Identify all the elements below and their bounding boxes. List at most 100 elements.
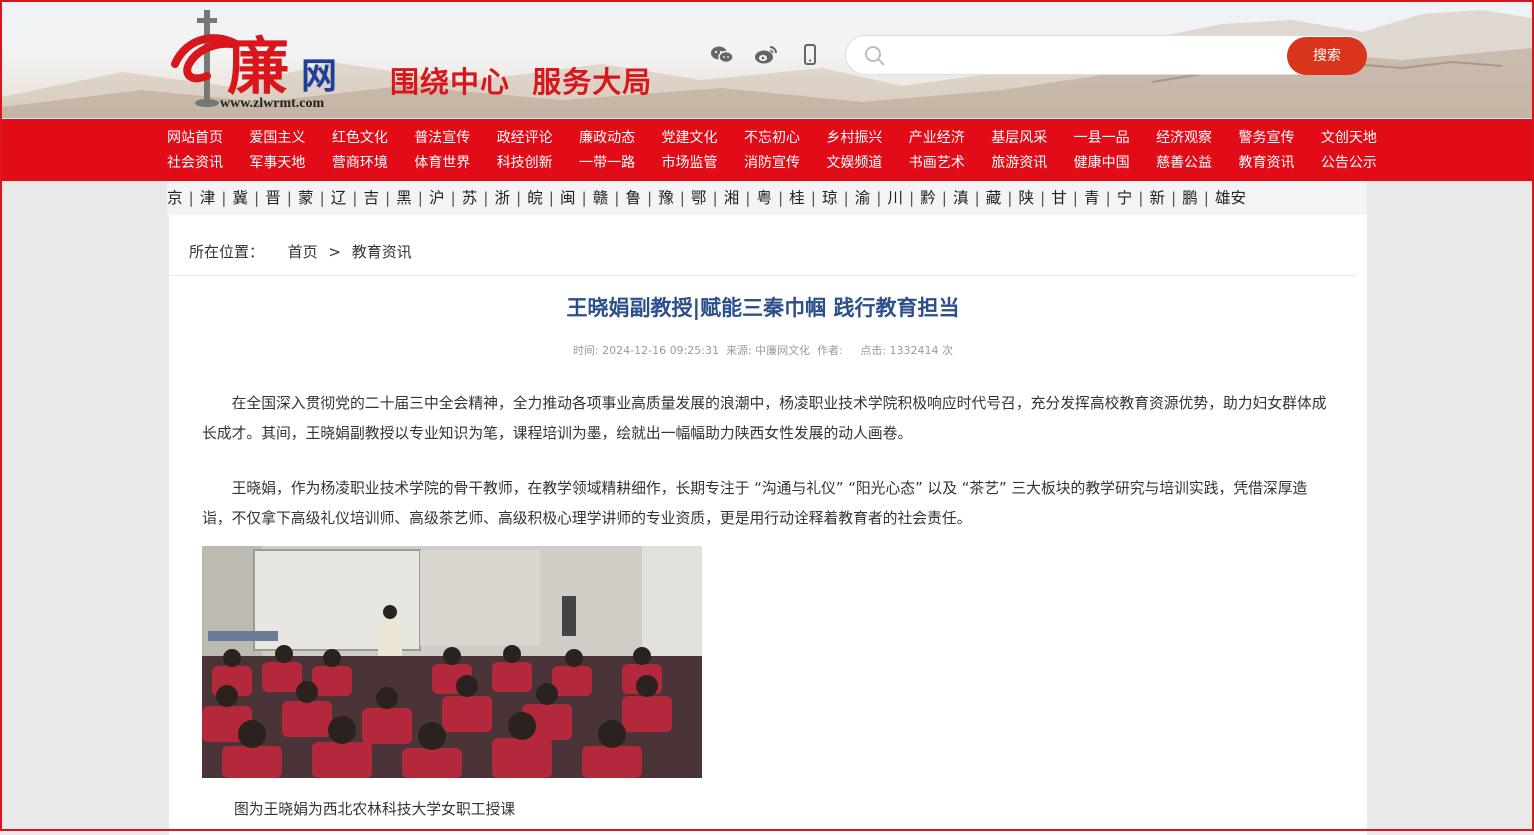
nav-item[interactable]: 文娱频道 bbox=[826, 154, 882, 172]
region-separator: | bbox=[221, 189, 227, 207]
nav-item[interactable]: 体育世界 bbox=[414, 154, 470, 172]
nav-item[interactable]: 警务宣传 bbox=[1238, 129, 1294, 147]
region-link[interactable]: 吉 bbox=[364, 189, 380, 207]
region-link[interactable]: 沪 bbox=[429, 189, 445, 207]
region-separator: | bbox=[1040, 189, 1046, 207]
mobile-icon[interactable] bbox=[797, 42, 823, 68]
region-link[interactable]: 陕 bbox=[1019, 189, 1035, 207]
region-link[interactable]: 新 bbox=[1150, 189, 1166, 207]
region-separator: | bbox=[450, 189, 456, 207]
region-link[interactable]: 鄂 bbox=[691, 189, 707, 207]
region-link[interactable]: 豫 bbox=[658, 189, 674, 207]
region-link[interactable]: 蒙 bbox=[298, 189, 314, 207]
nav-item[interactable]: 公告公示 bbox=[1321, 154, 1377, 172]
region-separator: | bbox=[483, 189, 489, 207]
nav-item[interactable]: 慈善公益 bbox=[1156, 154, 1212, 172]
nav-item[interactable]: 旅游资讯 bbox=[991, 154, 1047, 172]
article-photo bbox=[202, 546, 702, 778]
nav-item[interactable]: 不忘初心 bbox=[744, 129, 800, 147]
weibo-icon[interactable] bbox=[753, 42, 779, 68]
region-separator: | bbox=[548, 189, 554, 207]
nav-item[interactable]: 廉政动态 bbox=[579, 129, 635, 147]
nav-item[interactable]: 一带一路 bbox=[579, 154, 635, 172]
article-container: 所在位置： 首页 > 教育资讯 王晓娟副教授|赋能三秦巾帼 践行教育担当 时间:… bbox=[169, 215, 1367, 835]
nav-item[interactable]: 红色文化 bbox=[332, 129, 388, 147]
region-link[interactable]: 闽 bbox=[560, 189, 576, 207]
nav-item[interactable]: 消防宣传 bbox=[744, 154, 800, 172]
nav-item[interactable]: 政经评论 bbox=[497, 129, 553, 147]
region-link[interactable]: 甘 bbox=[1051, 189, 1067, 207]
region-separator: | bbox=[712, 189, 718, 207]
region-link[interactable]: 藏 bbox=[986, 189, 1002, 207]
region-link[interactable]: 滇 bbox=[953, 189, 969, 207]
nav-item[interactable]: 市场监管 bbox=[662, 154, 718, 172]
wechat-icon[interactable] bbox=[709, 42, 735, 68]
region-separator: | bbox=[352, 189, 358, 207]
region-separator: | bbox=[679, 189, 685, 207]
nav-item[interactable]: 一县一品 bbox=[1074, 129, 1130, 147]
region-link[interactable]: 苏 bbox=[462, 189, 478, 207]
region-list: 京 | 津 | 冀 | 晋 | 蒙 | 辽 | 吉 | 黑 | 沪 | 苏 | 浙 | 皖 | 闽 | 赣 | 鲁 | 豫 | 鄂 | 湘 | 粤 | 桂 |… bbox=[167, 189, 1246, 207]
region-link[interactable]: 粤 bbox=[757, 189, 773, 207]
region-link[interactable]: 琼 bbox=[822, 189, 838, 207]
region-link[interactable]: 宁 bbox=[1117, 189, 1133, 207]
region-link[interactable]: 雄安 bbox=[1215, 189, 1246, 207]
region-link[interactable]: 辽 bbox=[331, 189, 347, 207]
breadcrumb-label: 所在位置： bbox=[189, 243, 265, 261]
region-separator: | bbox=[974, 189, 980, 207]
nav-item[interactable]: 乡村振兴 bbox=[826, 129, 882, 147]
region-link[interactable]: 川 bbox=[888, 189, 904, 207]
nav-item[interactable]: 科技创新 bbox=[497, 154, 553, 172]
region-separator: | bbox=[1072, 189, 1078, 207]
nav-item[interactable]: 健康中国 bbox=[1074, 154, 1130, 172]
region-link[interactable]: 湘 bbox=[724, 189, 740, 207]
region-separator: | bbox=[286, 189, 292, 207]
region-link[interactable]: 黔 bbox=[920, 189, 936, 207]
region-link[interactable]: 黑 bbox=[396, 189, 412, 207]
nav-item[interactable]: 教育资讯 bbox=[1238, 154, 1294, 172]
nav-item[interactable]: 产业经济 bbox=[909, 129, 965, 147]
nav-item[interactable]: 营商环境 bbox=[332, 154, 388, 172]
region-link[interactable]: 鲁 bbox=[626, 189, 642, 207]
region-link[interactable]: 青 bbox=[1084, 189, 1100, 207]
region-separator: | bbox=[1138, 189, 1144, 207]
region-link[interactable]: 晋 bbox=[265, 189, 281, 207]
nav-item[interactable]: 经济观察 bbox=[1156, 129, 1212, 147]
region-separator: | bbox=[385, 189, 391, 207]
region-separator: | bbox=[941, 189, 947, 207]
region-link[interactable]: 浙 bbox=[495, 189, 511, 207]
breadcrumb-home-link[interactable]: 首页 bbox=[288, 243, 318, 261]
region-separator: | bbox=[810, 189, 816, 207]
region-link[interactable]: 津 bbox=[200, 189, 216, 207]
region-link[interactable]: 皖 bbox=[527, 189, 543, 207]
nav-item[interactable]: 文创天地 bbox=[1321, 129, 1377, 147]
nav-item[interactable]: 社会资讯 bbox=[167, 154, 223, 172]
nav-item[interactable]: 党建文化 bbox=[662, 129, 718, 147]
region-link[interactable]: 冀 bbox=[233, 189, 249, 207]
breadcrumb-current-link[interactable]: 教育资讯 bbox=[352, 243, 412, 261]
nav-item[interactable]: 爱国主义 bbox=[249, 129, 305, 147]
region-separator: | bbox=[319, 189, 325, 207]
article-meta: 时间: 2024-12-16 09:25:31 来源: 中廉网文化 作者: 点击… bbox=[572, 344, 954, 357]
search-input[interactable] bbox=[894, 42, 1278, 70]
region-separator: | bbox=[1171, 189, 1177, 207]
nav-item[interactable]: 基层风采 bbox=[991, 129, 1047, 147]
search-button[interactable]: 搜索 bbox=[1287, 37, 1367, 75]
region-separator: | bbox=[1105, 189, 1111, 207]
region-link[interactable]: 赣 bbox=[593, 189, 609, 207]
region-link[interactable]: 京 bbox=[167, 189, 183, 207]
nav-item[interactable]: 军事天地 bbox=[249, 154, 305, 172]
nav-item[interactable]: 书画艺术 bbox=[909, 154, 965, 172]
region-separator: | bbox=[614, 189, 620, 207]
region-link[interactable]: 渝 bbox=[855, 189, 871, 207]
region-separator: | bbox=[745, 189, 751, 207]
nav-item[interactable]: 网站首页 bbox=[167, 129, 223, 147]
region-separator: | bbox=[909, 189, 915, 207]
region-link[interactable]: 鹏 bbox=[1182, 189, 1198, 207]
nav-row-1: 网站首页 爱国主义 红色文化 普法宣传 政经评论 廉政动态 党建文化 不忘初心 … bbox=[167, 129, 1377, 147]
region-separator: | bbox=[843, 189, 849, 207]
region-separator: | bbox=[778, 189, 784, 207]
nav-item[interactable]: 普法宣传 bbox=[414, 129, 470, 147]
region-separator: | bbox=[1203, 189, 1209, 207]
region-link[interactable]: 桂 bbox=[789, 189, 805, 207]
